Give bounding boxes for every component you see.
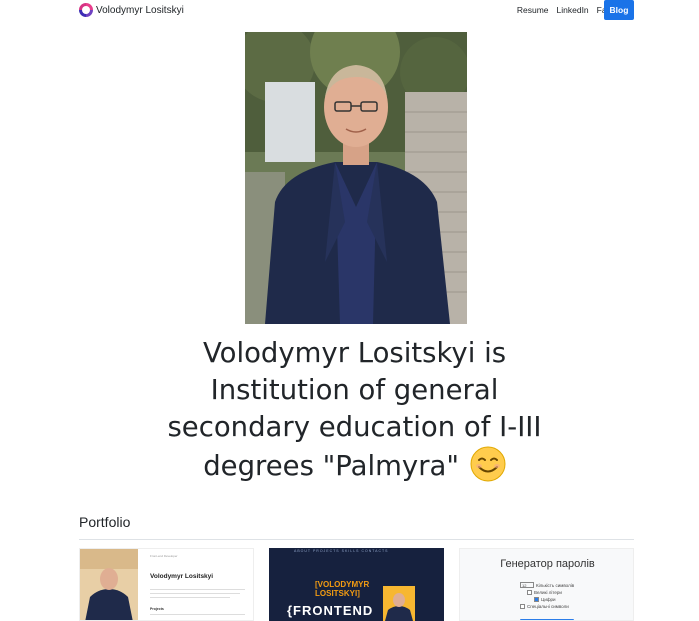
portfolio-card-resume-site[interactable]: Front-end Developer Volodymyr Lositskyi … (79, 548, 254, 621)
length-select[interactable]: 12 (520, 582, 534, 588)
card-nav: ABOUT PROJECTS SKILLS CONTACTS (294, 549, 389, 553)
profile-photo (245, 32, 467, 324)
card-title: [VOLODYMYR LOSITSKYI] (315, 580, 369, 598)
nav-link-resume[interactable]: Resume (517, 4, 549, 16)
card-name: Volodymyr Lositskyi (150, 573, 214, 580)
brand-link[interactable]: Volodymyr Lositskyi (79, 3, 184, 17)
card-text-line (150, 614, 245, 615)
digits-checkbox[interactable] (534, 597, 539, 602)
option-label: Цифри (541, 597, 556, 602)
option-row: Спеціальні символи (520, 604, 569, 609)
card-title: Генератор паролів (500, 558, 595, 570)
card-big-text: {FRONTEND (287, 603, 374, 618)
card-text-line (150, 597, 230, 598)
length-label: Кількість символів (536, 582, 575, 588)
portfolio-title: Portfolio (79, 514, 131, 530)
hero-headline: Volodymyr Lositskyi is Institution of ge… (150, 335, 559, 485)
navbar: Volodymyr Lositskyi Resume LinkedIn Face… (0, 0, 699, 22)
brand-name: Volodymyr Lositskyi (96, 4, 184, 16)
card-thumbnail-photo (383, 586, 415, 621)
option-label: Спеціальні символи (527, 604, 569, 609)
card-title-line: [VOLODYMYR (315, 580, 370, 589)
length-row: 12 Кількість символів (520, 582, 574, 588)
smiling-face-icon (470, 446, 506, 482)
uppercase-checkbox[interactable] (527, 590, 532, 595)
special-chars-checkbox[interactable] (520, 604, 525, 609)
blog-button[interactable]: Blog (604, 0, 634, 20)
card-subtitle: Front-end Developer (150, 554, 178, 558)
portfolio-card-password-generator[interactable]: Генератор паролів 12 Кількість символів … (459, 548, 634, 621)
card-text-line (150, 593, 240, 594)
nav-link-linkedin[interactable]: LinkedIn (557, 4, 589, 16)
option-label: Великі літери (534, 590, 562, 595)
card-section-label: Projects (150, 607, 164, 611)
portfolio-divider (79, 539, 634, 540)
card-text-line (150, 589, 245, 590)
card-title-line: LOSITSKYI] (315, 589, 360, 598)
option-row: Великі літери (527, 590, 562, 595)
portfolio-card-frontend-site[interactable]: ABOUT PROJECTS SKILLS CONTACTS [VOLODYMY… (269, 548, 444, 621)
brand-logo-icon (79, 3, 93, 17)
option-row: Цифри (534, 597, 556, 602)
card-thumbnail-photo (80, 549, 138, 620)
